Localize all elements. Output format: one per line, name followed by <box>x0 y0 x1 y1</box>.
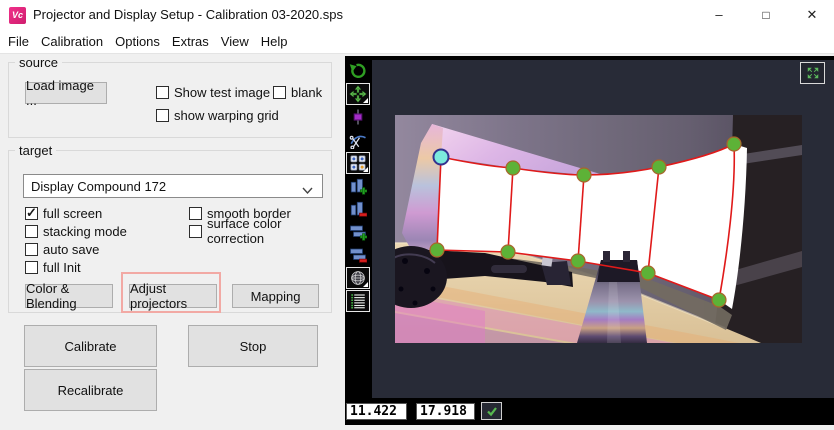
checkbox-box[interactable] <box>189 225 202 238</box>
checkbox-label: Show test image <box>174 85 270 100</box>
source-groupbox: source Load image ... Show test image bl… <box>8 62 332 138</box>
coordinate-y-field[interactable]: 17.918 <box>416 403 475 420</box>
checkbox-full-screen[interactable]: ✓ full screen <box>25 206 102 220</box>
camera-photo[interactable] <box>395 115 802 343</box>
checkbox-auto-save[interactable]: auto save <box>25 242 99 256</box>
edit-node-icon[interactable] <box>346 106 370 128</box>
close-button[interactable]: ✕ <box>790 0 834 30</box>
window-title: Projector and Display Setup - Calibratio… <box>33 7 343 22</box>
checkbox-label: auto save <box>43 242 99 257</box>
title-bar: Vc Projector and Display Setup - Calibra… <box>0 0 834 30</box>
check-mark-icon: ✓ <box>26 205 37 221</box>
checkbox-box[interactable] <box>156 109 169 122</box>
remove-column-icon[interactable] <box>346 198 370 220</box>
calibrate-button[interactable]: Calibrate <box>24 325 157 367</box>
calibration-point[interactable] <box>501 245 515 259</box>
display-compound-select[interactable]: Display Compound 172 <box>23 174 323 198</box>
color-blending-button[interactable]: Color & Blending <box>25 284 113 308</box>
checkbox-box[interactable]: ✓ <box>25 207 38 220</box>
recalibrate-button[interactable]: Recalibrate <box>24 369 157 411</box>
menu-bar: File Calibration Options Extras View Help <box>0 30 834 53</box>
checkbox-label: stacking mode <box>43 224 127 239</box>
checkbox-box[interactable] <box>189 207 202 220</box>
checkbox-label: full Init <box>43 260 81 275</box>
checkbox-label: show warping grid <box>174 108 279 123</box>
load-image-button[interactable]: Load image ... <box>25 82 107 104</box>
calibration-point[interactable] <box>652 160 666 174</box>
calibration-point[interactable] <box>506 161 520 175</box>
annotation-highlight-box <box>121 272 221 313</box>
checkbox-box[interactable] <box>25 261 38 274</box>
confirm-check-icon[interactable] <box>481 402 502 420</box>
source-group-label: source <box>15 55 62 70</box>
calibration-point[interactable] <box>577 168 591 182</box>
target-group-label: target <box>15 143 56 158</box>
calibration-point[interactable] <box>430 243 444 257</box>
viewer-toolbar <box>346 60 371 313</box>
checkbox-stacking-mode[interactable]: stacking mode <box>25 224 127 238</box>
calibration-point[interactable] <box>712 293 726 307</box>
expand-view-icon[interactable] <box>800 62 825 84</box>
cut-curve-icon[interactable] <box>346 129 370 151</box>
move-points-icon[interactable] <box>346 83 370 105</box>
checkbox-box[interactable] <box>156 86 169 99</box>
calibration-point[interactable] <box>641 266 655 280</box>
menu-item-calibration[interactable]: Calibration <box>41 34 103 49</box>
viewer-status-bar: 11.422 17.918 <box>345 398 834 425</box>
coordinate-x-field[interactable]: 11.422 <box>346 403 407 420</box>
calibration-point[interactable] <box>571 254 585 268</box>
app-window: Vc Projector and Display Setup - Calibra… <box>0 0 834 430</box>
checkbox-box[interactable] <box>25 225 38 238</box>
menu-item-file[interactable]: File <box>8 34 29 49</box>
checkbox-box[interactable] <box>273 86 286 99</box>
sphere-mapping-icon[interactable] <box>346 267 370 289</box>
menu-item-options[interactable]: Options <box>115 34 160 49</box>
menu-separator <box>0 53 834 54</box>
display-compound-value: Display Compound 172 <box>31 179 166 194</box>
checkbox-surface-color-correction[interactable]: surface color correction <box>189 224 331 238</box>
stop-button[interactable]: Stop <box>188 325 318 367</box>
maximize-button[interactable]: □ <box>744 0 788 30</box>
add-column-icon[interactable] <box>346 175 370 197</box>
app-icon: Vc <box>9 7 26 24</box>
add-row-icon[interactable] <box>346 221 370 243</box>
menu-item-view[interactable]: View <box>221 34 249 49</box>
checkbox-label: surface color correction <box>207 216 331 246</box>
checkbox-label: blank <box>291 85 322 100</box>
calibration-point-selected[interactable] <box>434 150 449 165</box>
remove-row-icon[interactable] <box>346 244 370 266</box>
grid-list-icon[interactable] <box>346 290 370 312</box>
checkbox-blank[interactable]: blank <box>273 85 322 99</box>
camera-viewer-panel: 11.422 17.918 <box>345 56 834 425</box>
chevron-down-icon <box>302 183 313 198</box>
minimize-button[interactable]: – <box>697 0 741 30</box>
checkbox-full-init[interactable]: full Init <box>25 260 81 274</box>
checkbox-show-test-image[interactable]: Show test image <box>156 85 270 99</box>
mapping-button[interactable]: Mapping <box>232 284 319 308</box>
checkbox-box[interactable] <box>25 243 38 256</box>
undo-icon[interactable] <box>346 60 370 82</box>
menu-item-help[interactable]: Help <box>261 34 288 49</box>
calibration-point[interactable] <box>727 137 741 151</box>
menu-item-extras[interactable]: Extras <box>172 34 209 49</box>
point-grid-icon[interactable] <box>346 152 370 174</box>
checkbox-label: full screen <box>43 206 102 221</box>
checkbox-show-warping-grid[interactable]: show warping grid <box>156 108 279 122</box>
